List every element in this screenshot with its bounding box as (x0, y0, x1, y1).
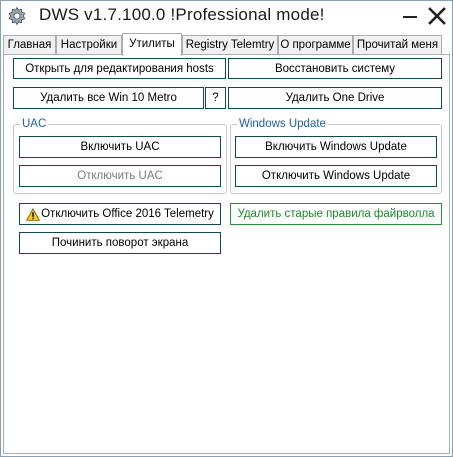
tab-readme[interactable]: Прочитай меня (353, 35, 442, 55)
tab-about[interactable]: О программе (278, 35, 353, 55)
disable-windows-update-button[interactable]: Отключить Windows Update (235, 165, 437, 187)
app-window: DWS v1.7.100.0 !Professional mode! Главн… (0, 0, 453, 457)
tab-utilities[interactable]: Утилиты (122, 33, 182, 56)
windows-update-group-label: Windows Update (237, 117, 328, 131)
gear-icon (8, 6, 26, 26)
restore-system-button[interactable]: Восстановить систему (228, 58, 442, 79)
remove-firewall-rules-button[interactable]: Удалить старые правила файрволла (230, 203, 442, 225)
disable-office-telemetry-button[interactable]: Отключить Office 2016 Telemetry (19, 203, 221, 225)
tab-registry-telemetry[interactable]: Registry Telemtry (182, 35, 278, 55)
tab-main[interactable]: Главная (3, 35, 56, 55)
fix-screen-rotation-button[interactable]: Починить поворот экрана (19, 232, 221, 254)
title-bar[interactable]: DWS v1.7.100.0 !Professional mode! (1, 1, 452, 31)
minimize-icon[interactable] (399, 4, 423, 28)
warning-icon (26, 207, 41, 221)
enable-windows-update-button[interactable]: Включить Windows Update (235, 136, 437, 158)
help-button[interactable]: ? (205, 87, 226, 109)
remove-metro-apps-button[interactable]: Удалить все Win 10 Metro (13, 87, 204, 109)
window-title: DWS v1.7.100.0 !Professional mode! (39, 5, 325, 24)
utilities-panel: Открыть для редактирования hosts Восстан… (3, 54, 450, 454)
disable-office-telemetry-label: Отключить Office 2016 Telemetry (41, 208, 214, 220)
enable-uac-button[interactable]: Включить UAC (19, 136, 221, 158)
remove-onedrive-button[interactable]: Удалить One Drive (228, 87, 442, 109)
open-hosts-button[interactable]: Открыть для редактирования hosts (13, 58, 226, 79)
close-icon[interactable] (425, 4, 449, 28)
tab-settings[interactable]: Настройки (56, 35, 122, 55)
tab-strip: Главная Настройки Утилиты Registry Telem… (3, 33, 450, 56)
uac-group-label: UAC (20, 117, 49, 131)
disable-uac-button[interactable]: Отключить UAC (19, 165, 221, 187)
